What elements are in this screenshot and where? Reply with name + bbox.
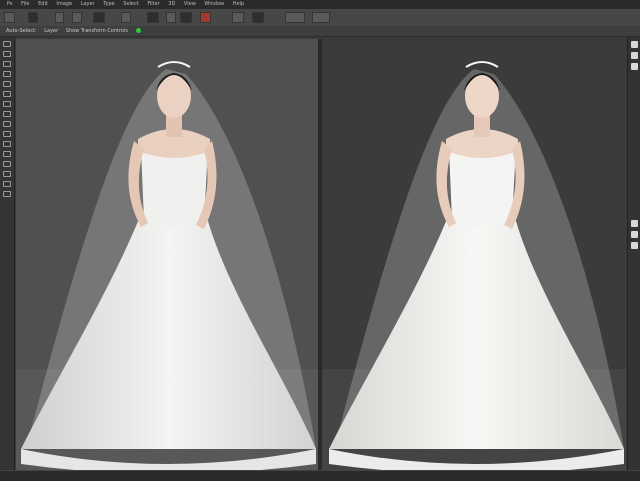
crop-icon[interactable]: [3, 71, 11, 77]
3d-button[interactable]: [232, 12, 244, 23]
bride-photo-original: [16, 39, 318, 470]
shape-icon[interactable]: [3, 191, 11, 197]
zoom-icon[interactable]: [3, 131, 11, 137]
channels-icon[interactable]: [631, 231, 638, 238]
menu-item[interactable]: Ps: [7, 1, 13, 7]
lasso-icon[interactable]: [3, 61, 11, 67]
menu-item[interactable]: File: [21, 1, 29, 7]
tools-panel: [0, 37, 15, 480]
home-button[interactable]: [4, 12, 15, 23]
menu-item[interactable]: Select: [123, 1, 138, 7]
brush-icon[interactable]: [3, 91, 11, 97]
move-icon[interactable]: [3, 41, 11, 47]
eyedropper-icon[interactable]: [3, 81, 11, 87]
marquee-icon[interactable]: [3, 51, 11, 57]
menu-item[interactable]: Edit: [38, 1, 48, 7]
menu-item[interactable]: View: [184, 1, 196, 7]
history-icon[interactable]: [631, 41, 638, 48]
record-button[interactable]: [200, 12, 211, 23]
align-button[interactable]: [55, 12, 64, 23]
layer-button[interactable]: [72, 12, 82, 23]
type-icon[interactable]: [3, 111, 11, 117]
move-tool-button[interactable]: [28, 12, 38, 23]
path-button[interactable]: [252, 12, 264, 23]
camera-button[interactable]: [180, 12, 192, 23]
workspace-button[interactable]: [312, 12, 330, 23]
arrange-button[interactable]: [121, 12, 131, 23]
bride-photo-retouched: [322, 39, 626, 470]
eraser-icon[interactable]: [3, 101, 11, 107]
menu-item[interactable]: Filter: [147, 1, 159, 7]
right-panel-dock: [627, 37, 640, 480]
auto-select-label[interactable]: Auto-Select:: [6, 28, 37, 34]
status-bar: [0, 470, 640, 481]
main-toolbar: [0, 9, 640, 27]
menu-bar: Ps File Edit Image Layer Type Select Fil…: [0, 0, 640, 9]
menu-item[interactable]: Window: [204, 1, 224, 7]
canvas-original[interactable]: [16, 39, 318, 470]
options-bar: Auto-Select: Layer Show Transform Contro…: [0, 26, 640, 37]
menu-item[interactable]: Image: [56, 1, 72, 7]
menu-item[interactable]: Layer: [81, 1, 95, 7]
share-button[interactable]: [285, 12, 305, 23]
status-green-icon[interactable]: [135, 28, 141, 33]
canvas-retouched[interactable]: [322, 39, 626, 470]
adjustments-icon[interactable]: [631, 63, 638, 70]
layers-icon[interactable]: [631, 220, 638, 227]
menu-item[interactable]: Type: [103, 1, 114, 7]
gradient-icon[interactable]: [3, 161, 11, 167]
hand-icon[interactable]: [3, 121, 11, 127]
search-button[interactable]: [166, 12, 176, 23]
transform-controls-checkbox[interactable]: Show Transform Controls: [66, 28, 128, 34]
menu-item[interactable]: 3D: [168, 1, 175, 7]
stamp-icon[interactable]: [3, 151, 11, 157]
paths-icon[interactable]: [631, 242, 638, 249]
properties-icon[interactable]: [631, 52, 638, 59]
layer-dropdown[interactable]: Layer: [44, 28, 58, 34]
frame-button[interactable]: [93, 12, 105, 23]
menu-item[interactable]: Help: [233, 1, 244, 7]
mask-button[interactable]: [147, 12, 159, 23]
dodge-icon[interactable]: [3, 171, 11, 177]
healing-icon[interactable]: [3, 141, 11, 147]
pen-icon[interactable]: [3, 181, 11, 187]
